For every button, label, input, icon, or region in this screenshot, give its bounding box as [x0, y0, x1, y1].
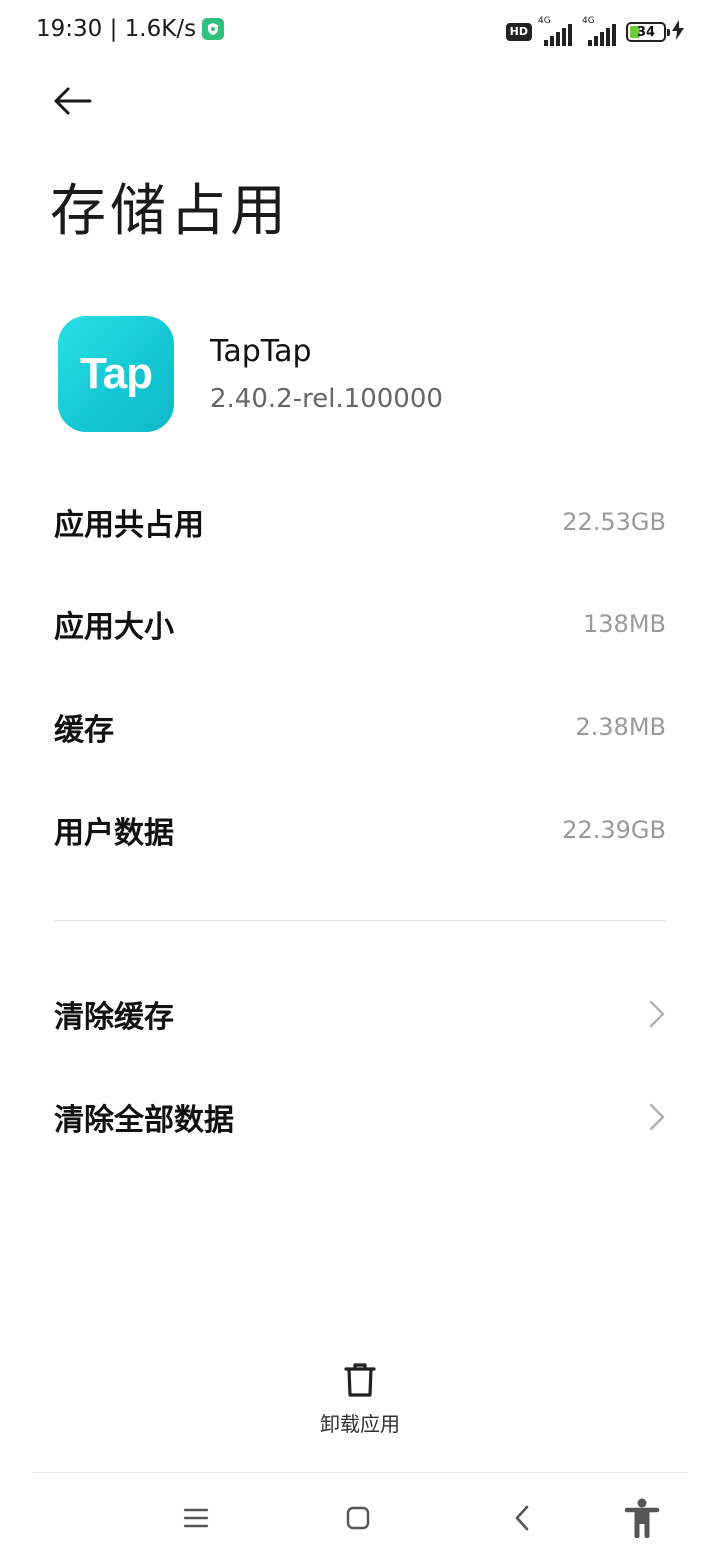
nav-back-button[interactable]: [498, 1494, 546, 1542]
app-name: TapTap: [210, 334, 312, 369]
storage-value: 22.53GB: [562, 508, 666, 536]
storage-value: 22.39GB: [562, 816, 666, 844]
trash-icon: [344, 1363, 376, 1397]
time-speed: 19:30 | 1.6K/s: [36, 16, 197, 42]
status-right: HD 4G 4G 34: [505, 16, 684, 46]
uninstall-label: 卸载应用: [320, 1412, 400, 1436]
storage-label: 应用大小: [54, 610, 174, 645]
status-bar: 19:30 | 1.6K/s HD 4G 4G 34: [0, 0, 720, 64]
clear-cache-button[interactable]: 清除缓存: [54, 984, 666, 1044]
chevron-right-icon: [649, 1103, 665, 1131]
app-version: 2.40.2-rel.100000: [210, 384, 443, 414]
section-divider: [54, 920, 666, 921]
hd-badge: HD: [505, 23, 532, 41]
storage-label: 用户数据: [54, 816, 174, 851]
storage-label: 应用共占用: [54, 508, 204, 543]
storage-value: 138MB: [583, 610, 666, 638]
charging-icon: [672, 20, 684, 44]
action-label: 清除全部数据: [54, 1103, 234, 1138]
home-icon: [346, 1506, 370, 1530]
back-button[interactable]: [44, 76, 100, 126]
battery-icon: 34: [626, 22, 670, 42]
accessibility-icon: [624, 1498, 660, 1538]
menu-button[interactable]: [172, 1494, 220, 1542]
nav-divider: [32, 1472, 688, 1473]
home-button[interactable]: [334, 1494, 382, 1542]
action-label: 清除缓存: [54, 1000, 174, 1035]
storage-row-cache: 缓存 2.38MB: [54, 697, 666, 757]
clear-all-data-button[interactable]: 清除全部数据: [54, 1087, 666, 1147]
storage-row-total: 应用共占用 22.53GB: [54, 492, 666, 552]
storage-row-app-size: 应用大小 138MB: [54, 594, 666, 654]
storage-value: 2.38MB: [575, 713, 666, 741]
uninstall-button[interactable]: 卸载应用: [300, 1360, 420, 1440]
arrow-left-icon: [54, 87, 92, 115]
status-left: 19:30 | 1.6K/s: [36, 16, 225, 42]
battery-level: 34: [636, 24, 656, 40]
page-title: 存储占用: [50, 179, 290, 244]
shield-icon: [202, 18, 225, 40]
taptap-app-icon: Tap: [58, 316, 174, 432]
storage-label: 缓存: [54, 713, 114, 748]
back-icon: [515, 1505, 529, 1531]
app-icon-text: Tap: [80, 349, 153, 398]
signal-icon: 4G: [582, 16, 620, 46]
storage-row-user-data: 用户数据 22.39GB: [54, 800, 666, 860]
chevron-right-icon: [649, 1000, 665, 1028]
signal-icon: 4G: [538, 16, 576, 46]
menu-icon: [183, 1508, 209, 1528]
accessibility-button[interactable]: [618, 1494, 666, 1542]
